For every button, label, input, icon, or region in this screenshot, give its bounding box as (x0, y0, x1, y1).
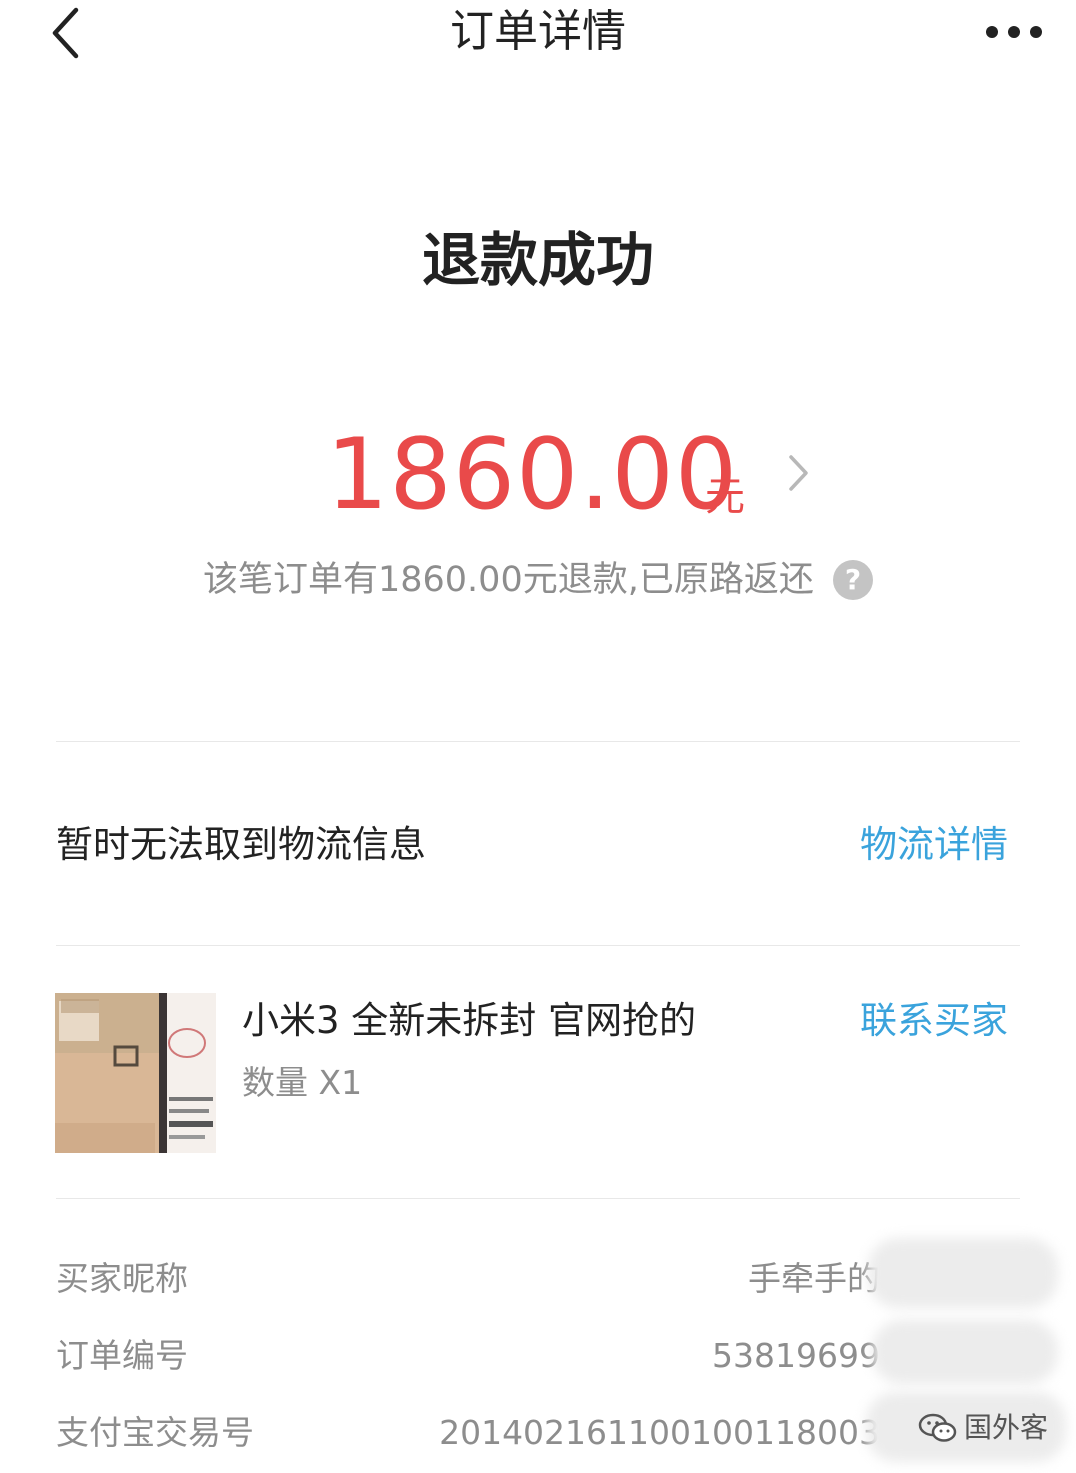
order-detail-page: 订单详情 退款成功 1860.00 元 该笔订单有1860.00元退款,已原路返… (0, 0, 1076, 1473)
divider (56, 741, 1020, 742)
logistics-detail-link[interactable]: 物流详情 (860, 820, 1008, 870)
refund-note: 该笔订单有1860.00元退款,已原路返还 ? (0, 555, 1076, 604)
privacy-blur (872, 1320, 1058, 1384)
refund-amount-row[interactable]: 1860.00 元 (0, 420, 1076, 530)
help-icon[interactable]: ? (833, 560, 873, 600)
privacy-blur (868, 1238, 1058, 1308)
product-name[interactable]: 小米3 全新未拆封 官网抢的 (242, 995, 696, 1047)
refund-note-text: 该笔订单有1860.00元退款,已原路返还 (202, 560, 814, 600)
wechat-icon (918, 1413, 957, 1442)
buyer-nickname-value: 手牵手的 (748, 1259, 880, 1298)
refund-amount-unit: 元 (705, 474, 745, 520)
contact-buyer-link[interactable]: 联系买家 (860, 995, 1008, 1047)
watermark-text: 国外客 (964, 1411, 1049, 1444)
divider (56, 1198, 1020, 1199)
order-number-label: 订单编号 (56, 1336, 188, 1375)
nav-bar: 订单详情 (0, 0, 1076, 70)
refund-amount: 1860.00 (326, 418, 739, 532)
chevron-right-icon[interactable] (780, 450, 816, 496)
refund-status: 退款成功 (421, 226, 654, 294)
more-button[interactable] (978, 14, 1054, 50)
page-title: 订单详情 (450, 6, 626, 57)
product-quantity: 数量 X1 (242, 1063, 363, 1102)
buyer-nickname-label: 买家昵称 (56, 1259, 188, 1298)
divider (56, 945, 1020, 946)
more-horizontal-icon (986, 26, 1042, 38)
product-thumbnail[interactable] (55, 993, 216, 1153)
alipay-trade-number-label: 支付宝交易号 (56, 1413, 254, 1452)
alipay-trade-number-value: 201402161100100118003 (439, 1413, 880, 1452)
logistics-message: 暂时无法取到物流信息 (56, 823, 426, 866)
order-number-value: 53819699 (712, 1336, 880, 1375)
